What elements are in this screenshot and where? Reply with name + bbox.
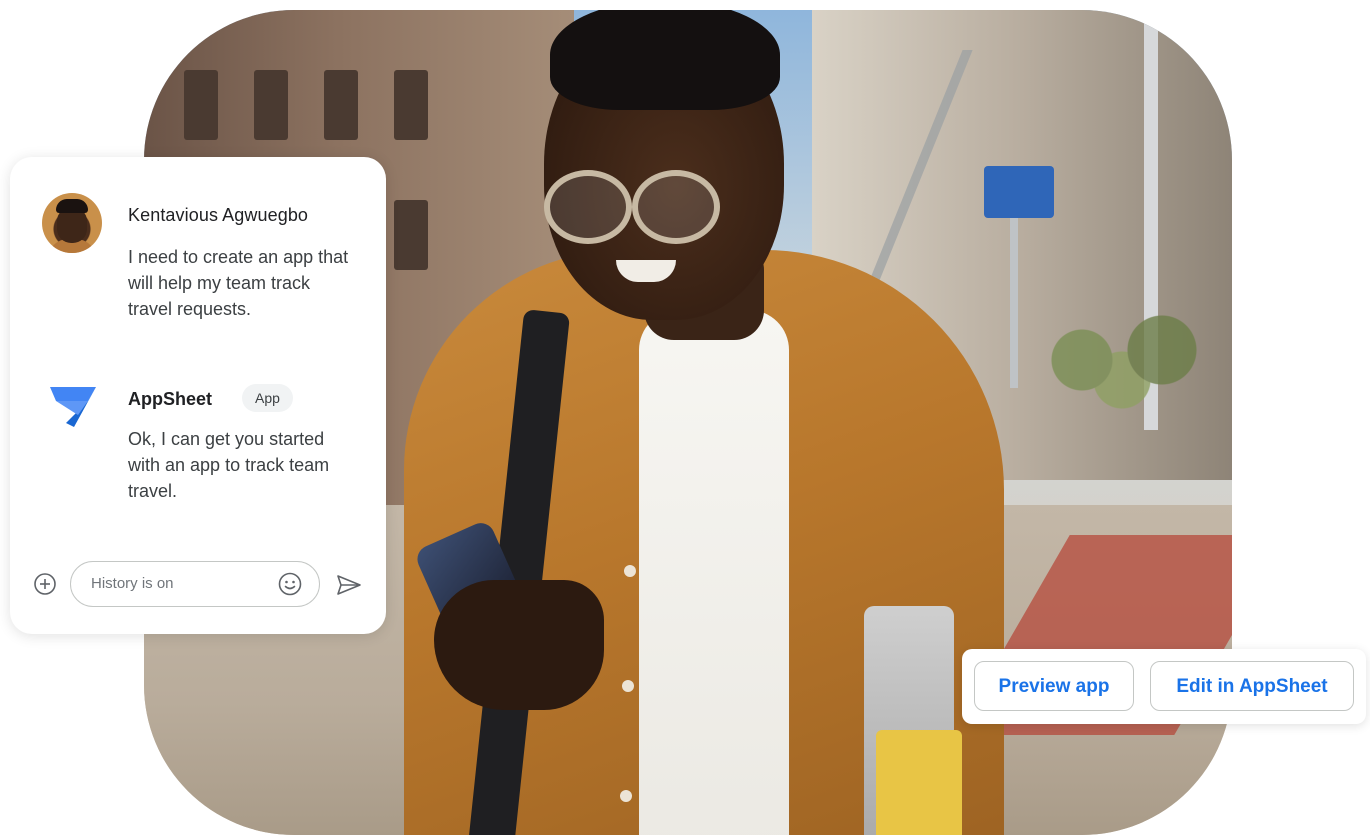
person-hair bbox=[550, 10, 780, 110]
chat-card: Kentavious Agwuegbo I need to create an … bbox=[10, 157, 386, 634]
person-hand bbox=[434, 580, 604, 710]
appsheet-logo-icon bbox=[50, 387, 96, 427]
user-message: I need to create an app that will help m… bbox=[128, 247, 349, 319]
user-avatar bbox=[42, 193, 102, 253]
stage: Kentavious Agwuegbo I need to create an … bbox=[0, 0, 1370, 835]
shirt-button bbox=[624, 565, 636, 577]
person-tshirt bbox=[639, 310, 789, 835]
glasses-left-lens bbox=[544, 170, 632, 244]
plants bbox=[1022, 310, 1222, 410]
edit-in-appsheet-button[interactable]: Edit in AppSheet bbox=[1150, 661, 1354, 711]
glasses-right-lens bbox=[632, 170, 720, 244]
chat-input-placeholder: History is on bbox=[91, 575, 174, 592]
add-circle-icon[interactable] bbox=[34, 573, 56, 595]
bot-name: AppSheet bbox=[128, 389, 213, 409]
sign-pole bbox=[1010, 218, 1018, 388]
shirt-button bbox=[620, 790, 632, 802]
bot-message: Ok, I can get you started with an app to… bbox=[128, 429, 330, 501]
action-card: Preview app Edit in AppSheet bbox=[962, 649, 1366, 724]
user-name: Kentavious Agwuegbo bbox=[128, 205, 309, 225]
app-badge: App bbox=[242, 384, 293, 412]
preview-app-button[interactable]: Preview app bbox=[974, 661, 1134, 711]
send-icon[interactable] bbox=[336, 574, 362, 596]
street-sign bbox=[984, 166, 1054, 218]
yellow-folder bbox=[876, 730, 962, 835]
shirt-button bbox=[622, 680, 634, 692]
emoji-icon[interactable] bbox=[278, 572, 302, 596]
chat-input[interactable]: History is on bbox=[70, 561, 320, 607]
